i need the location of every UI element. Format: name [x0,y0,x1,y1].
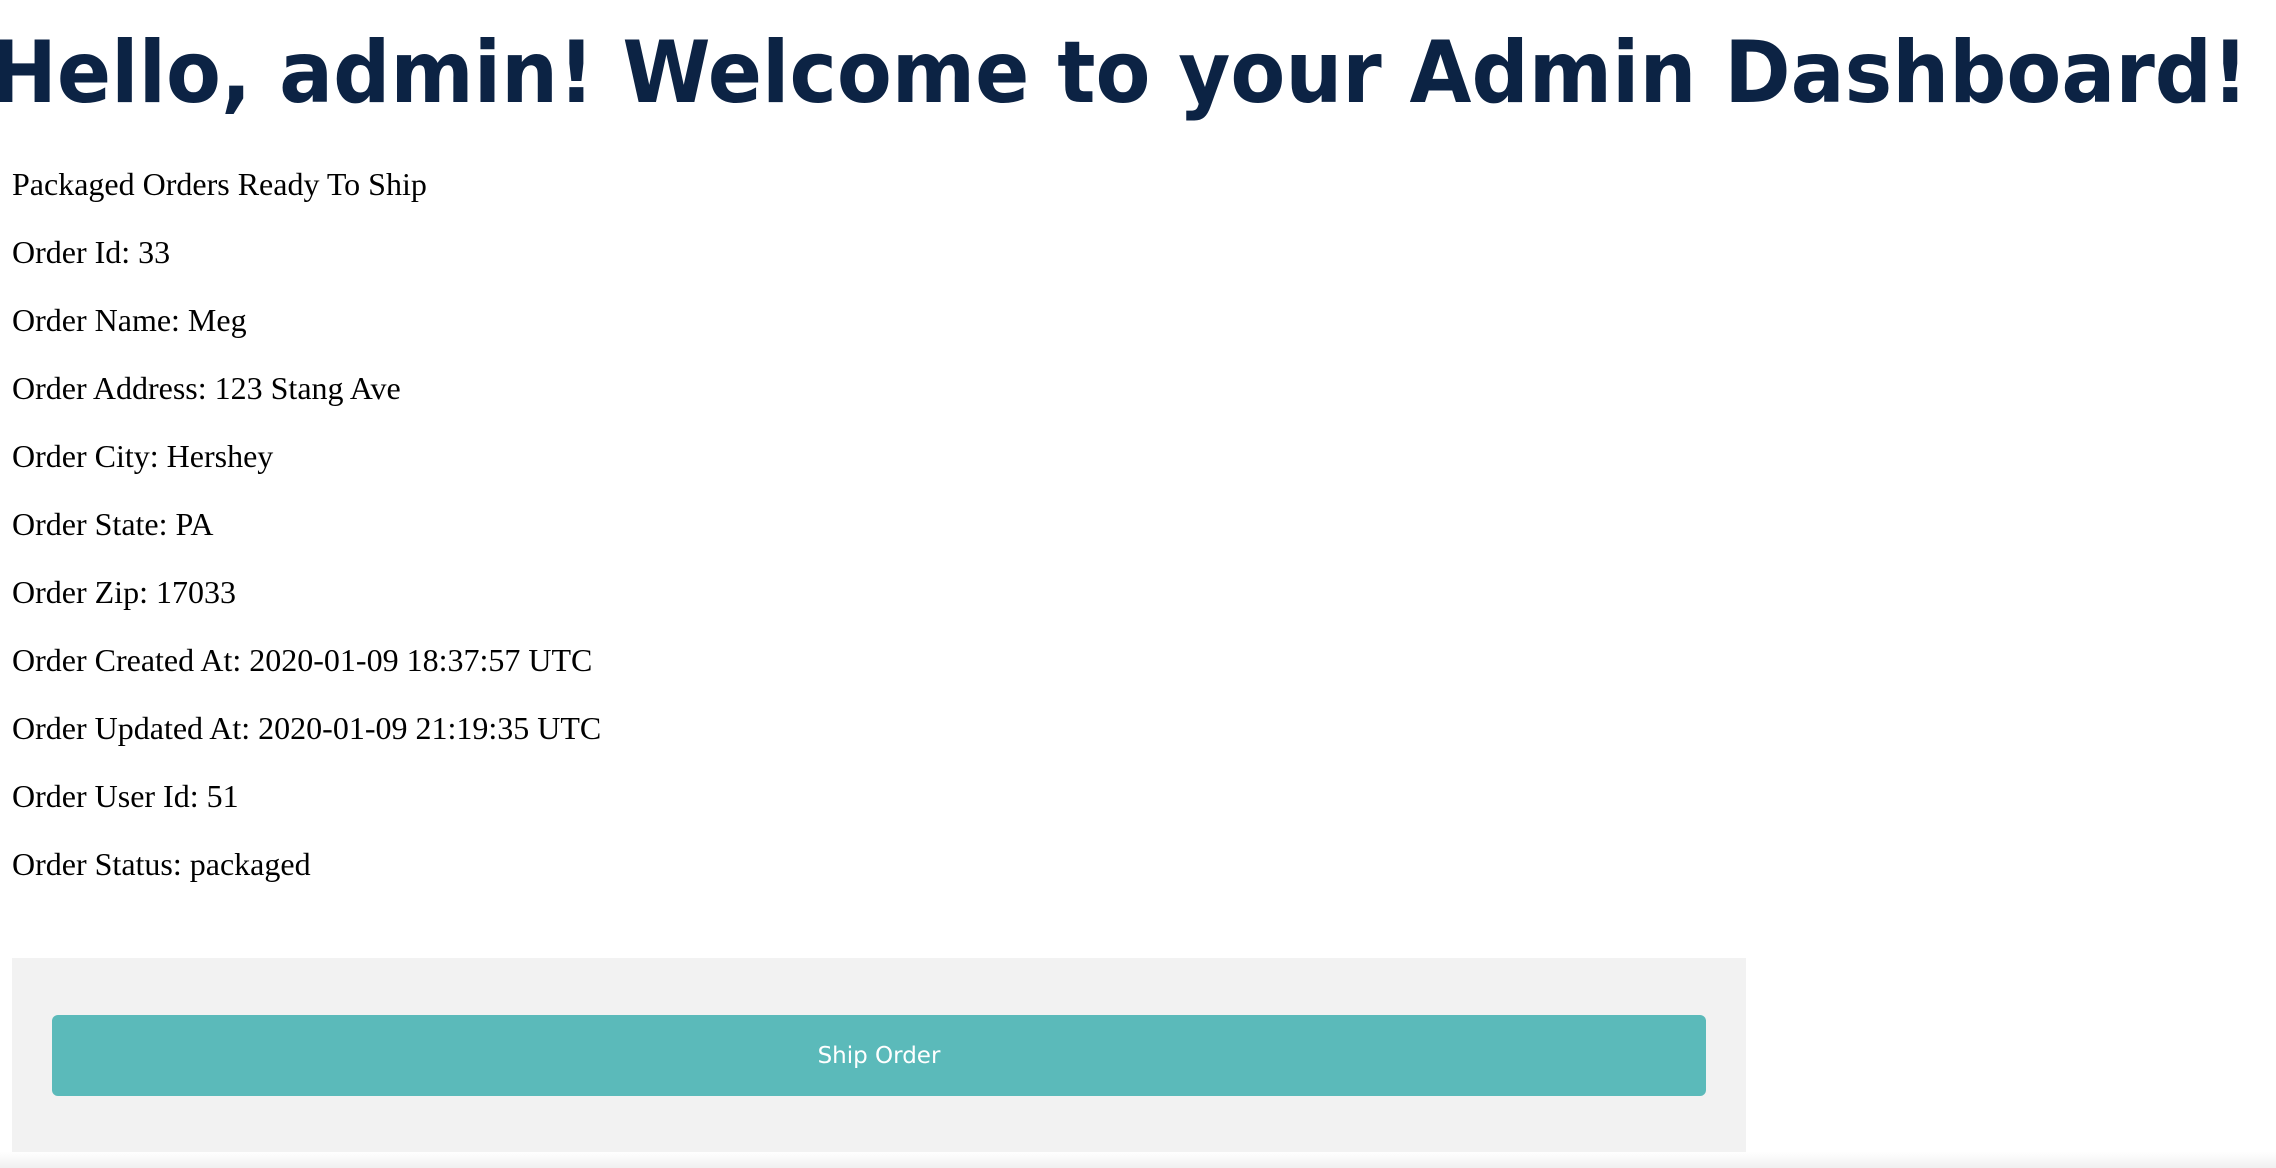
order-created-row: Order Created At: 2020-01-09 18:37:57 UT… [12,640,601,680]
order-status-label: Order Status: [12,846,182,882]
ship-order-button[interactable]: Ship Order [52,1015,1706,1096]
section-heading: Packaged Orders Ready To Ship [12,166,427,202]
order-state-row: Order State: PA [12,504,601,544]
order-state-value: PA [175,506,214,542]
order-updated-label: Order Updated At: [12,710,251,746]
ship-order-form: Ship Order [12,958,1746,1152]
order-created-label: Order Created At: [12,642,242,678]
order-status-row: Order Status: packaged [12,844,601,884]
packaged-orders-section: Packaged Orders Ready To Ship Order Id: … [12,164,601,912]
order-updated-value: 2020-01-09 21:19:35 UTC [258,710,602,746]
order-name-value: Meg [187,302,247,338]
order-address-value: 123 Stang Ave [214,370,401,406]
order-address-label: Order Address: [12,370,207,406]
order-user-id-value: 51 [206,778,239,814]
order-updated-row: Order Updated At: 2020-01-09 21:19:35 UT… [12,708,601,748]
order-state-label: Order State: [12,506,168,542]
order-id-value: 33 [138,234,171,270]
order-id-row: Order Id: 33 [12,232,601,272]
order-city-label: Order City: [12,438,159,474]
order-city-row: Order City: Hershey [12,436,601,476]
order-zip-row: Order Zip: 17033 [12,572,601,612]
order-status-value: packaged [189,846,311,882]
order-address-row: Order Address: 123 Stang Ave [12,368,601,408]
order-created-value: 2020-01-09 18:37:57 UTC [249,642,593,678]
page-bottom-shadow [0,1152,2276,1168]
order-city-value: Hershey [166,438,274,474]
order-user-id-row: Order User Id: 51 [12,776,601,816]
order-zip-value: 17033 [155,574,236,610]
order-zip-label: Order Zip: [12,574,148,610]
order-name-label: Order Name: [12,302,180,338]
order-name-row: Order Name: Meg [12,300,601,340]
order-id-label: Order Id: [12,234,131,270]
page-title: Hello, admin! Welcome to your Admin Dash… [0,23,2248,123]
order-user-id-label: Order User Id: [12,778,199,814]
